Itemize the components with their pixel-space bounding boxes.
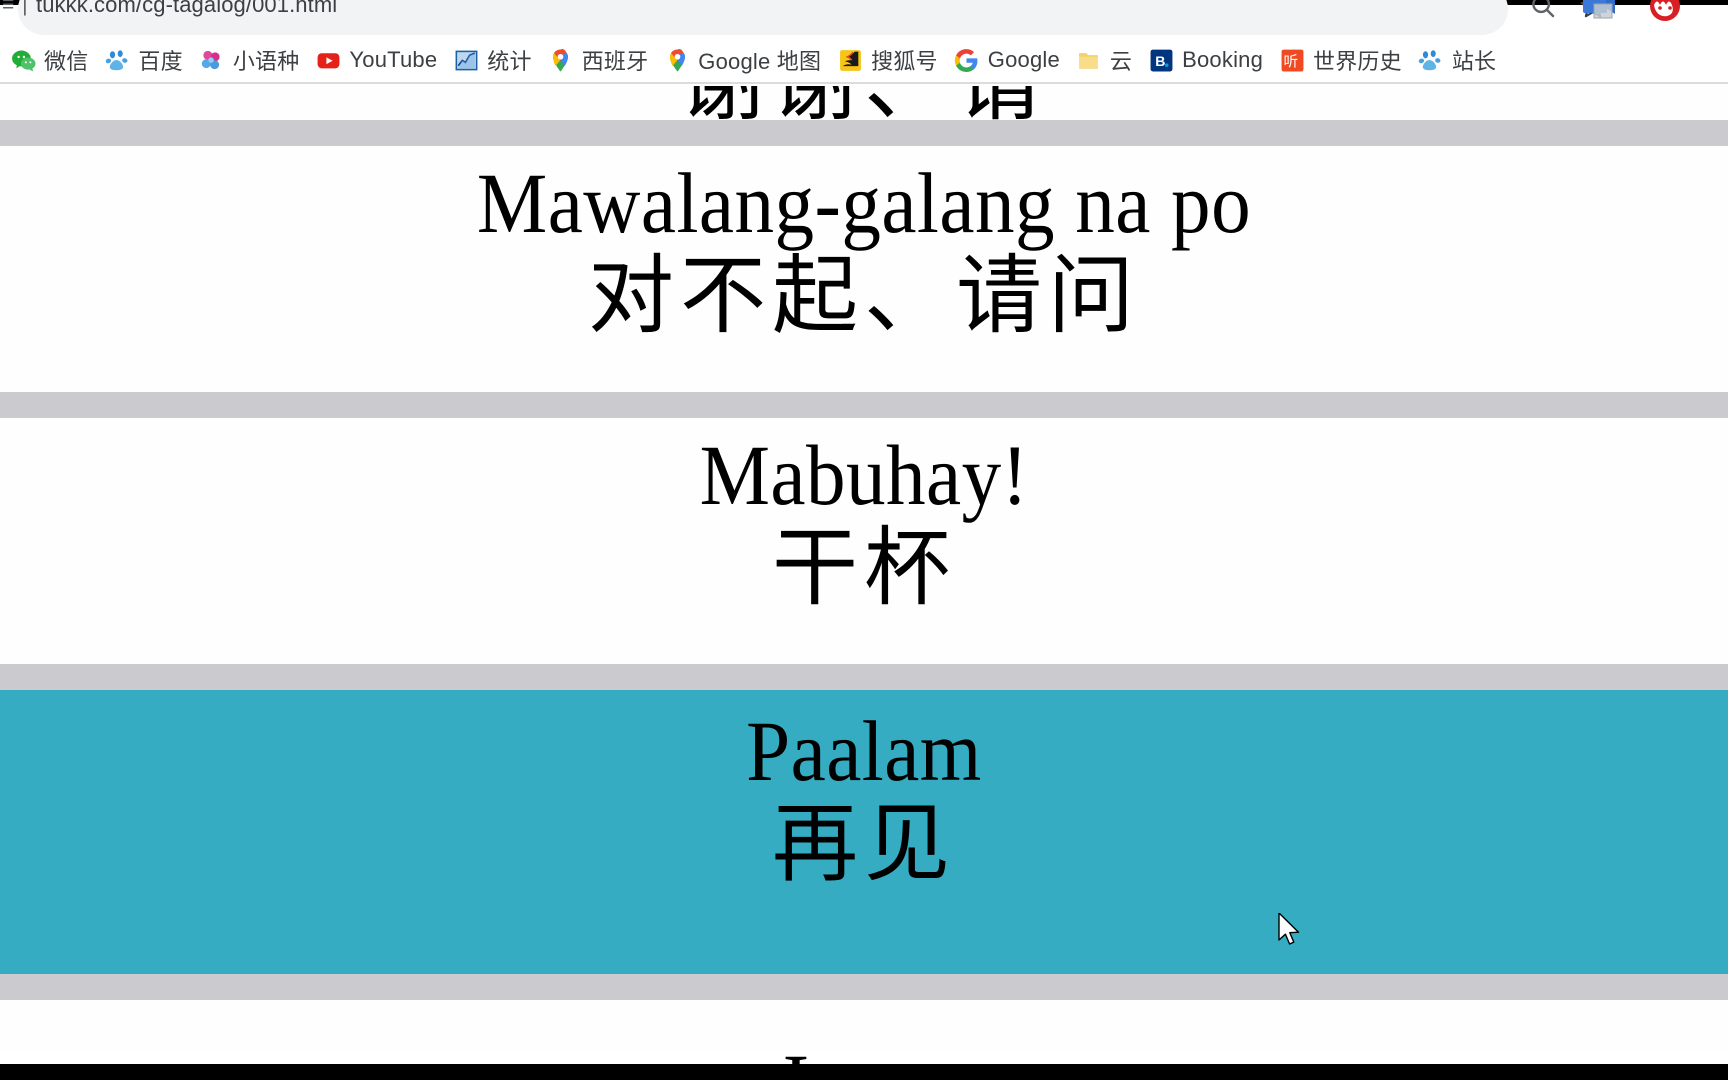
bookmark-label: Booking: [1182, 47, 1264, 72]
bookmark-item-webmaster[interactable]: 站长: [1410, 40, 1504, 80]
bookmark-label: Google 地图: [698, 49, 822, 74]
flower-icon: [199, 47, 225, 73]
bookmark-item-baidu[interactable]: 百度: [96, 40, 190, 80]
extension-icon[interactable]: [1648, 0, 1682, 23]
phrase-entry-partial-top: 谢谢、请: [0, 86, 1728, 120]
svg-text:听: 听: [1283, 53, 1298, 70]
bookmark-label: 小语种: [232, 49, 300, 74]
bookmarks-bar: 微信 百度 小语种 YouTube 统计 西班牙 Google 地图 搜狐号 G…: [0, 36, 1728, 84]
phrase-entry[interactable]: Mawalang-galang na po 对不起、请问: [0, 146, 1728, 392]
bookmark-item-booking[interactable]: B Booking: [1140, 40, 1271, 80]
bookmark-item-statistics[interactable]: 统计: [445, 40, 539, 80]
bookmark-label: 世界历史: [1313, 49, 1402, 74]
phrase-entry-partial-bottom: Ingat: [0, 1000, 1728, 1080]
bookmark-label: YouTube: [349, 47, 438, 72]
address-bar-url[interactable]: tukkk.com/cg-tagalog/001.html: [36, 0, 337, 18]
section-separator: [0, 974, 1728, 1000]
omnibox-row: ≡ | tukkk.com/cg-tagalog/001.html: [0, 0, 1728, 36]
phrase-chinese: 对不起、请问: [588, 248, 1140, 345]
booking-icon: B: [1148, 47, 1174, 73]
bookmark-label: 云: [1109, 49, 1133, 74]
baidu-icon: [104, 47, 130, 73]
extension-icon[interactable]: [1582, 0, 1616, 22]
bookmark-item-wechat[interactable]: 微信: [2, 40, 96, 80]
bookmark-label: 搜狐号: [871, 49, 938, 74]
bookmark-label: Google: [987, 47, 1060, 72]
baidu-icon: [1418, 47, 1444, 73]
section-separator: [0, 392, 1728, 418]
youtube-icon: [315, 47, 341, 73]
phrase-entry[interactable]: Mabuhay! 干杯: [0, 418, 1728, 664]
bookmark-label: 西班牙: [581, 49, 649, 74]
sohu-icon: [837, 47, 863, 73]
bookmark-item-spain[interactable]: 西班牙: [540, 40, 657, 80]
bookmark-label: 站长: [1451, 49, 1497, 74]
bookmark-label: 百度: [138, 49, 183, 74]
google-maps-pin-icon: [664, 47, 690, 73]
screen-letterbox-bottom: [0, 1064, 1728, 1080]
phrase-chinese: 再见: [772, 796, 956, 893]
browser-chrome: ≡ | tukkk.com/cg-tagalog/001.html 微信 百度 …: [0, 0, 1728, 86]
bookmark-item-world-history[interactable]: 听 世界历史: [1271, 40, 1410, 80]
phrase-chinese: 干杯: [772, 520, 956, 617]
bookmark-item-youtube[interactable]: YouTube: [307, 40, 445, 80]
bookmark-item-minority-languages[interactable]: 小语种: [191, 40, 308, 80]
phrase-foreign: Paalam: [746, 703, 982, 799]
phrase-foreign: Mawalang-galang na po: [476, 155, 1252, 251]
chart-icon: [453, 47, 479, 73]
bookmark-label: 统计: [487, 49, 532, 74]
google-maps-pin-icon: [548, 47, 574, 73]
bookmark-item-google-maps[interactable]: Google 地图: [656, 40, 829, 80]
bookmark-label: 微信: [44, 49, 89, 74]
wechat-icon: [10, 47, 36, 73]
ting-icon: 听: [1279, 47, 1305, 73]
section-separator: [0, 120, 1728, 146]
svg-text:B: B: [1155, 53, 1165, 69]
google-g-icon: [954, 47, 980, 73]
bookmark-folder-cloud[interactable]: 云: [1068, 40, 1140, 80]
folder-icon: [1076, 47, 1102, 73]
phrase-entry-highlighted[interactable]: Paalam 再见: [0, 690, 1728, 974]
phrase-chinese: 谢谢、请: [0, 86, 1728, 120]
bookmark-item-google[interactable]: Google: [946, 40, 1068, 80]
bookmark-item-sohu[interactable]: 搜狐号: [829, 40, 946, 80]
search-icon[interactable]: [1528, 0, 1558, 21]
phrase-list-page: 谢谢、请 Mawalang-galang na po 对不起、请问 Mabuha…: [0, 86, 1728, 1080]
section-separator: [0, 664, 1728, 690]
phrase-foreign: Mabuhay!: [699, 427, 1029, 523]
omnibox-leading-text: ≡ |: [2, 0, 29, 16]
